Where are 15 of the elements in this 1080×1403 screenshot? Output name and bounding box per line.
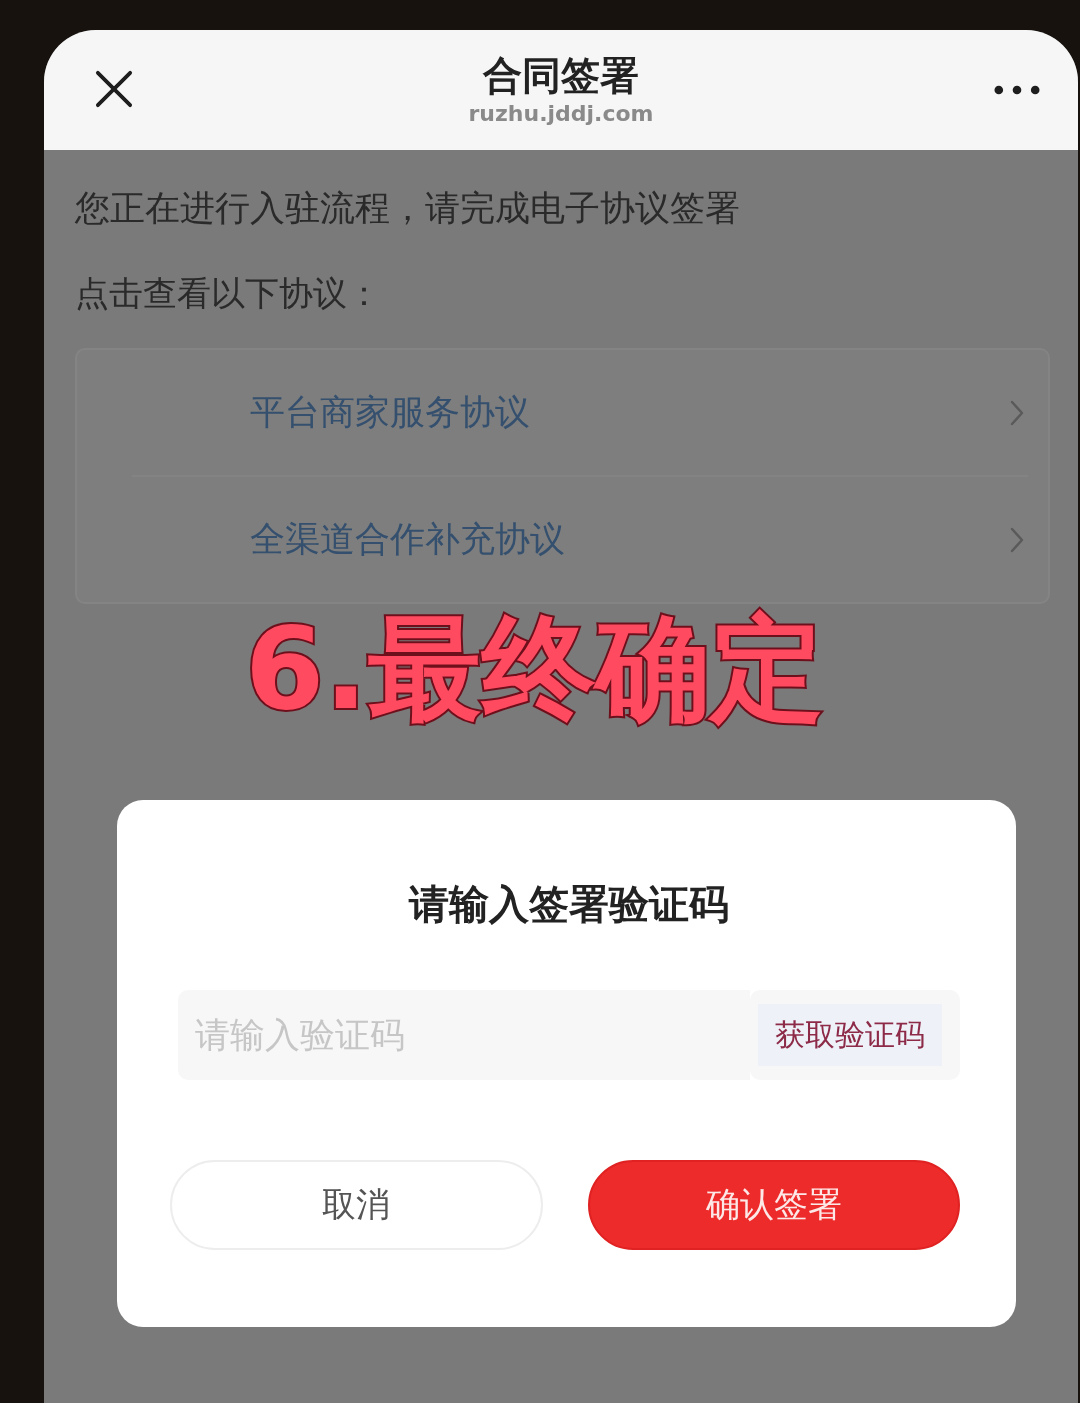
dialog-title: 请输入签署验证码 — [407, 880, 730, 929]
confirm-button[interactable]: 确认签署 — [587, 1160, 960, 1250]
page-title: 合同签署 — [483, 53, 639, 99]
cancel-button[interactable]: 取消 — [170, 1160, 543, 1250]
chevron-right-icon — [1010, 399, 1024, 426]
page-url: ruzhu.jddj.com — [468, 100, 654, 128]
close-icon[interactable] — [95, 70, 133, 108]
agreement-link[interactable]: 平台商家服务协议 — [77, 350, 1048, 475]
intro-text: 您正在进行入驻流程，请完成电子协议签署 — [75, 187, 741, 230]
section-label: 点击查看以下协议： — [75, 272, 382, 315]
more-icon[interactable] — [994, 85, 1040, 95]
agreement-link[interactable]: 全渠道合作补充协议 — [77, 477, 1048, 602]
get-code-button[interactable]: 获取验证码 — [750, 990, 960, 1080]
chevron-right-icon — [1010, 526, 1024, 553]
annotation-text: 6.最终确定 — [245, 610, 824, 728]
